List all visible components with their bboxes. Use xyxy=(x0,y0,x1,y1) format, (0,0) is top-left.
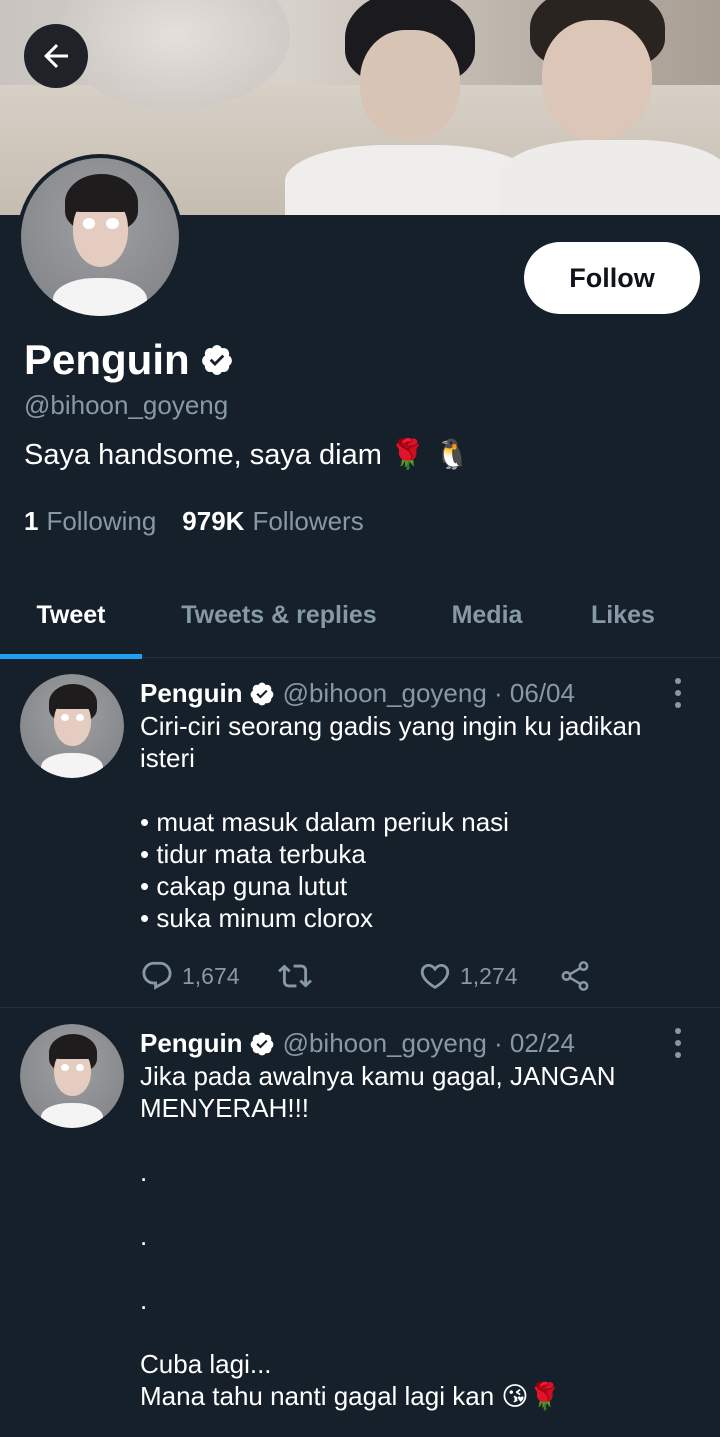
reply-icon xyxy=(142,961,172,990)
following-stat[interactable]: 1 Following xyxy=(24,506,156,537)
tweet-handle-date: @bihoon_goyeng · 06/04 xyxy=(282,678,575,708)
verified-badge-icon xyxy=(201,345,232,375)
heart-icon xyxy=(420,963,450,989)
tab-likes[interactable]: Likes xyxy=(558,572,688,658)
tweet-handle-date: @bihoon_goyeng · 02/24 xyxy=(282,1028,575,1058)
tab-tweets-replies[interactable]: Tweets & replies xyxy=(142,572,416,658)
back-button[interactable] xyxy=(24,24,88,88)
tweet[interactable]: Penguin @bihoon_goyeng · 06/04 Ciri-ciri… xyxy=(0,660,720,1008)
follow-button[interactable]: Follow xyxy=(524,242,700,314)
more-vertical-icon[interactable] xyxy=(666,1028,690,1058)
tweet-text: Jika pada awalnya kamu gagal, JANGAN MEN… xyxy=(140,1061,616,1411)
tweet-header: Penguin @bihoon_goyeng · 06/04 xyxy=(140,678,575,709)
reply-count: 1,674 xyxy=(182,962,240,989)
tweet[interactable]: Penguin @bihoon_goyeng · 02/24 Jika pada… xyxy=(0,1010,720,1437)
tweet-author-name[interactable]: Penguin xyxy=(140,1028,243,1059)
like-button[interactable]: 1,274 xyxy=(418,956,518,996)
tweet-header: Penguin @bihoon_goyeng · 02/24 xyxy=(140,1028,575,1059)
tweet-text: Ciri-ciri seorang gadis yang ingin ku ja… xyxy=(140,711,642,933)
verified-badge-icon xyxy=(250,1032,273,1055)
share-icon xyxy=(561,961,589,991)
like-count: 1,274 xyxy=(460,962,518,989)
tab-tweet[interactable]: Tweet xyxy=(0,572,142,659)
profile-handle: @bihoon_goyeng xyxy=(24,390,229,420)
tweet-avatar[interactable] xyxy=(20,1024,124,1128)
profile-display-name: Penguin xyxy=(24,336,234,384)
tweet-avatar[interactable] xyxy=(20,674,124,778)
profile-stats: 1 Following 979K Followers xyxy=(24,506,364,537)
profile-bio: Saya handsome, saya diam 🌹 🐧 xyxy=(24,439,471,471)
tab-media[interactable]: Media xyxy=(416,572,558,658)
followers-stat[interactable]: 979K Followers xyxy=(182,506,363,537)
tweet-author-name[interactable]: Penguin xyxy=(140,678,243,709)
display-name-text: Penguin xyxy=(24,336,190,383)
reply-button[interactable]: 1,674 xyxy=(140,956,240,996)
arrow-left-icon xyxy=(44,44,68,68)
tweet-actions: 1,674 1,274 xyxy=(140,956,600,996)
retweet-button[interactable] xyxy=(278,956,312,996)
more-vertical-icon[interactable] xyxy=(666,678,690,708)
verified-badge-icon xyxy=(250,682,273,705)
profile-tabs: Tweet Tweets & replies Media Likes xyxy=(0,572,720,659)
profile-avatar[interactable] xyxy=(17,154,183,320)
retweet-icon xyxy=(278,964,312,988)
share-button[interactable] xyxy=(558,956,592,996)
